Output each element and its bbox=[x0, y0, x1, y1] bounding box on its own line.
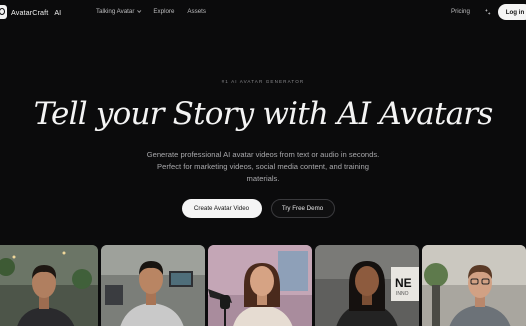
nav-talking-avatar-label: Talking Avatar bbox=[96, 8, 135, 15]
main-nav: Talking Avatar Explore Assets bbox=[96, 8, 219, 15]
avatar-card-4[interactable]: NE INNO bbox=[315, 245, 419, 326]
create-avatar-video-button[interactable]: Create Avatar Video bbox=[181, 199, 262, 218]
nav-talking-avatar[interactable]: Talking Avatar bbox=[96, 8, 142, 15]
logo-icon bbox=[0, 5, 7, 19]
hero-subtitle: Generate professional AI avatar videos f… bbox=[146, 150, 380, 184]
brand-name: AvatarCraft bbox=[11, 7, 49, 17]
avatar-image bbox=[101, 245, 205, 326]
hero-title: Tell your Story with AI Avatars bbox=[33, 96, 494, 132]
logo[interactable]: AvatarCraft AI bbox=[0, 5, 61, 19]
chevron-down-icon bbox=[137, 8, 142, 13]
nav-explore[interactable]: Explore bbox=[153, 8, 174, 15]
sparkle-icon[interactable] bbox=[484, 8, 492, 16]
card-sign-subtext: INNO bbox=[396, 291, 409, 297]
card-sign-text: NE bbox=[395, 276, 412, 290]
avatar-card-2[interactable] bbox=[101, 245, 205, 326]
login-button[interactable]: Log in bbox=[498, 4, 526, 20]
avatar-card-1[interactable] bbox=[0, 245, 98, 326]
avatar-image bbox=[208, 245, 312, 326]
try-free-demo-button[interactable]: Try Free Demo bbox=[270, 199, 335, 218]
hero-cta-row: Create Avatar Video Try Free Demo bbox=[0, 199, 526, 218]
nav-pricing[interactable]: Pricing bbox=[451, 8, 470, 15]
nav-explore-label: Explore bbox=[153, 8, 175, 15]
brand-suffix: AI bbox=[54, 7, 62, 17]
nav-assets-label: Assets bbox=[187, 8, 206, 15]
hero-eyebrow: #1 AI AVATAR GENERATOR bbox=[221, 79, 305, 84]
avatar-gallery: NE INNO bbox=[0, 245, 526, 326]
avatar-image bbox=[0, 245, 98, 326]
nav-assets[interactable]: Assets bbox=[187, 8, 206, 15]
avatar-image bbox=[422, 245, 526, 326]
top-navbar: AvatarCraft AI Talking Avatar Explore As… bbox=[0, 0, 526, 26]
avatar-card-5[interactable] bbox=[422, 245, 526, 326]
avatar-image: NE INNO bbox=[315, 245, 419, 326]
avatar-card-3[interactable] bbox=[208, 245, 312, 326]
